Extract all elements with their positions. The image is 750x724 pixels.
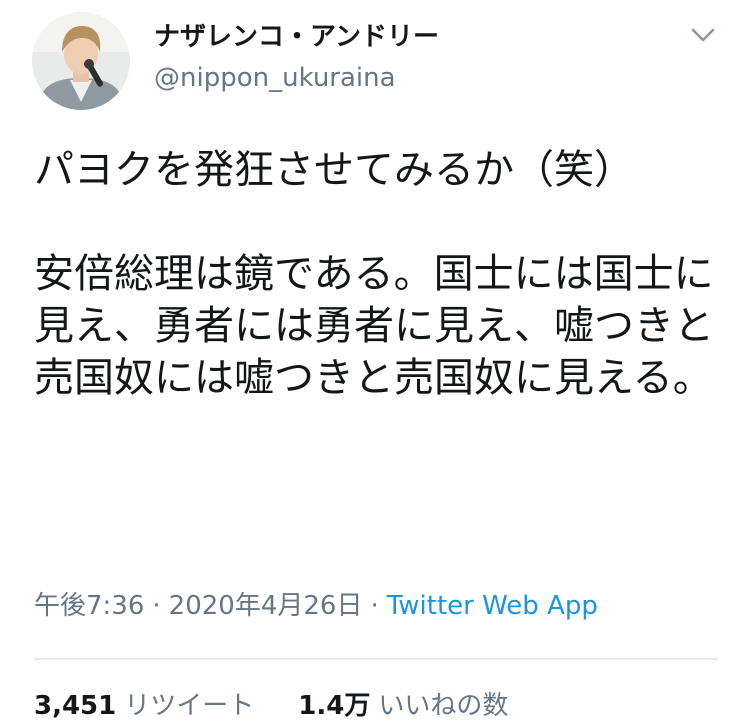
chevron-down-icon[interactable] [688, 22, 718, 48]
display-name[interactable]: ナザレンコ・アンドリー [154, 20, 439, 54]
divider [34, 658, 718, 660]
retweets-label: リツイート [124, 691, 255, 721]
retweets-stat[interactable]: 3,451 リツイート [34, 688, 254, 724]
avatar[interactable] [32, 12, 130, 110]
retweets-count: 3,451 [34, 691, 117, 721]
tweet-source-link[interactable]: Twitter Web App [387, 591, 598, 621]
meta-separator: · [152, 591, 161, 621]
tweet-text: パヨクを発狂させてみるか（笑） 安倍総理は鏡である。国士には国士に見え、勇者には… [34, 147, 714, 401]
likes-stat[interactable]: 1.4万 いいねの数 [298, 688, 508, 724]
user-handle[interactable]: @nippon_ukuraina [154, 62, 396, 94]
profile-photo-icon [32, 12, 130, 110]
meta-separator: · [370, 591, 379, 621]
tweet-meta: 午後7:36 · 2020年4月26日 · Twitter Web App [34, 588, 598, 624]
tweet-time[interactable]: 午後7:36 [34, 591, 144, 621]
likes-count: 1.4万 [298, 691, 371, 721]
likes-label: いいねの数 [378, 691, 509, 721]
tweet-card: ナザレンコ・アンドリー @nippon_ukuraina パヨクを発狂させてみる… [0, 0, 750, 724]
tweet-date[interactable]: 2020年4月26日 [169, 591, 363, 621]
tweet-stats: 3,451 リツイート 1.4万 いいねの数 [34, 688, 508, 724]
